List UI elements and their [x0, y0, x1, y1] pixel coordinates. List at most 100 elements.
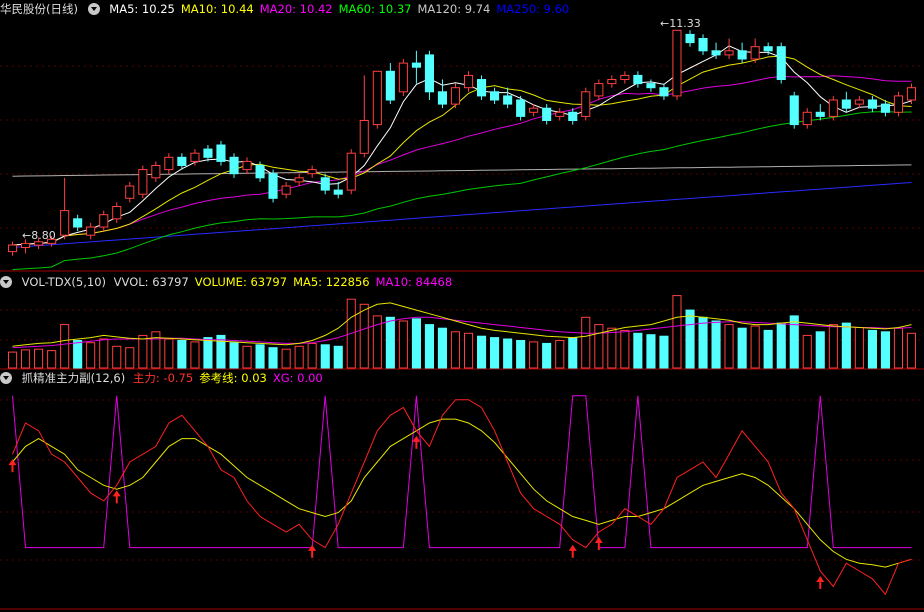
volume-legend: VVOL: 63797 VOLUME: 63797 MA5: 122856 MA10:…	[114, 275, 458, 289]
volume-bar	[73, 340, 83, 369]
volume-bar	[411, 318, 421, 369]
indicator-legend-item-2: XG: 0.00	[272, 371, 323, 385]
volume-bar	[633, 332, 643, 369]
candle-body	[437, 91, 447, 105]
volume-bar	[594, 324, 604, 369]
volume-legend-item-2: MA5: 122856	[293, 275, 370, 289]
volume-bar	[529, 341, 539, 369]
volume-bar	[242, 345, 252, 369]
ma-legend-item-4: MA120: 9.74	[417, 2, 491, 16]
volume-bar	[177, 340, 187, 369]
candle-body	[216, 144, 226, 162]
volume-bar	[516, 340, 526, 369]
volume-bar	[828, 324, 838, 369]
candle-body	[385, 70, 395, 101]
volume-bar	[776, 322, 786, 369]
candle-body	[464, 74, 474, 89]
volume-legend-item-1: VOLUME: 63797	[194, 275, 288, 289]
candle-body	[60, 210, 70, 236]
candle-body	[659, 87, 669, 97]
volume-bar	[359, 303, 369, 369]
volume-bar	[294, 345, 304, 369]
volume-bar	[542, 342, 552, 369]
candle-body	[151, 165, 161, 179]
volume-bar	[490, 337, 500, 369]
volume-bar	[8, 351, 18, 369]
volume-bar	[880, 331, 891, 369]
candle-body	[477, 79, 487, 97]
candle-body	[737, 50, 747, 60]
volume-bar	[385, 316, 395, 369]
dropdown-icon[interactable]	[87, 3, 100, 15]
volume-bar	[268, 347, 278, 369]
price-panel-header: 华民股份(日线) MA5: 10.25 MA10: 10.44 MA20: 10.4…	[0, 1, 581, 17]
volume-bar	[21, 349, 31, 369]
candle-body	[372, 70, 382, 126]
candle-body	[294, 177, 304, 183]
candle-body	[281, 185, 291, 195]
candle-body	[542, 107, 552, 121]
candle-body	[242, 160, 252, 171]
candle-body	[411, 62, 421, 68]
dropdown-icon[interactable]	[0, 276, 12, 288]
volume-bar	[203, 337, 213, 369]
candle-body	[906, 87, 917, 101]
candle-body	[86, 226, 96, 236]
candle-body	[763, 46, 773, 52]
price-title: 华民股份(日线)	[0, 2, 78, 16]
candle-body	[607, 79, 617, 85]
candle-body	[346, 152, 356, 191]
volume-panel-header: VOL-TDX(5,10) VVOL: 63797 VOLUME: 63797 MA…	[0, 274, 464, 290]
volume-bar	[503, 338, 513, 369]
volume-bar	[464, 332, 474, 369]
volume-bar	[750, 325, 760, 369]
candle-body	[529, 107, 539, 113]
volume-bar	[229, 342, 239, 369]
volume-bar	[281, 348, 291, 369]
candle-body	[255, 165, 265, 179]
volume-bar	[320, 344, 330, 369]
candle-body	[503, 95, 513, 105]
candle-body	[880, 103, 891, 113]
candle-body	[164, 156, 174, 171]
candle-body	[203, 148, 213, 158]
candle-body	[268, 173, 278, 199]
volume-bar	[672, 295, 682, 369]
volume-bar	[620, 329, 630, 369]
candle-body	[112, 206, 122, 220]
volume-bar	[568, 337, 578, 369]
ma-legend-item-2: MA20: 10.42	[259, 2, 333, 16]
kline-chart-canvas[interactable]	[0, 0, 924, 612]
ma-legend: MA5: 10.25 MA10: 10.44 MA20: 10.42 MA60: 10…	[109, 2, 575, 16]
candle-body	[190, 152, 200, 162]
volume-bar	[307, 342, 317, 369]
volume-bar	[164, 338, 174, 369]
high-price-marker: ←11.33	[660, 17, 701, 30]
high-price-label: 11.33	[669, 17, 701, 30]
candle-body	[73, 218, 83, 228]
candle-body	[138, 169, 148, 195]
volume-bar	[99, 338, 109, 369]
candle-body	[99, 214, 109, 228]
candle-body	[685, 33, 695, 44]
candle-body	[724, 50, 734, 56]
candle-body	[802, 111, 812, 126]
volume-bar	[607, 327, 617, 369]
indicator-legend: 主力: -0.75 参考线: 0.03 XG: 0.00	[133, 371, 329, 385]
dropdown-icon[interactable]	[0, 372, 12, 384]
indicator-title: 抓精准主力副(12,6)	[21, 371, 126, 385]
candle-body	[490, 91, 500, 101]
volume-bar	[659, 335, 669, 369]
volume-bar	[255, 344, 265, 369]
candle-body	[581, 91, 591, 117]
candle-body	[867, 99, 878, 109]
chart-background	[0, 0, 924, 612]
ma-legend-item-3: MA60: 10.37	[338, 2, 412, 16]
indicator-legend-item-0: 主力: -0.75	[132, 371, 194, 385]
candle-body	[320, 177, 330, 191]
volume-title: VOL-TDX(5,10)	[21, 275, 107, 289]
volume-bar	[398, 320, 408, 369]
volume-bar	[138, 334, 148, 369]
volume-bar	[60, 324, 70, 369]
volume-bar	[906, 332, 917, 369]
